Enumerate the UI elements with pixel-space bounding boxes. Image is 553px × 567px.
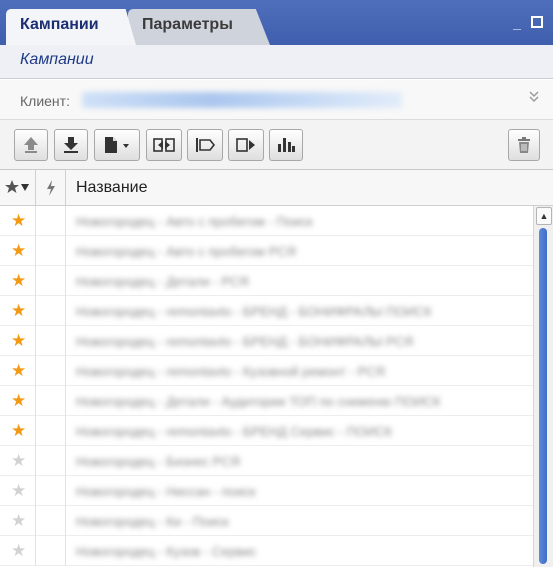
document-menu-icon (105, 137, 129, 153)
campaign-name: Новогородец - remontavto - БРЕНД Сервис … (76, 424, 393, 439)
list-item[interactable]: ★ Новогородец - remontavto - Кузовной рем… (0, 356, 533, 386)
favorite-column-header[interactable] (0, 170, 36, 206)
statistics-button[interactable] (269, 129, 303, 161)
campaign-name: Новогородец - Кузов - Сервис (76, 544, 257, 559)
list-item[interactable]: ★ Новогородец - remontavto - БРЕНД - БОНИ… (0, 326, 533, 356)
campaign-list: ★ Новогородец - Авто с пробегом - Поиск ★… (0, 206, 533, 567)
campaign-name: Новогородец - Детали - РСЯ (76, 274, 249, 289)
tab-parameters[interactable]: Параметры (128, 9, 270, 45)
list-item[interactable]: ★ Новогородец - Детали - Аудитории ТОП по… (0, 386, 533, 416)
move-up-button[interactable] (14, 129, 48, 161)
download-button[interactable] (54, 129, 88, 161)
bar-chart-icon (278, 138, 295, 152)
campaign-name: Новогородец - Ки - Поиск (76, 514, 229, 529)
split-columns-icon (153, 138, 175, 152)
split-columns-button[interactable] (146, 129, 182, 161)
star-icon[interactable]: ★ (11, 242, 26, 259)
list-item[interactable]: ★ Новогородец - Авто с пробегом - Поиск (0, 206, 533, 236)
lightning-icon (47, 180, 55, 196)
star-icon[interactable]: ★ (11, 272, 26, 289)
campaign-name: Новогородец - Детали - Аудитории ТОП по … (76, 394, 441, 409)
tab-parameters-label: Параметры (142, 16, 233, 33)
star-icon[interactable]: ★ (11, 452, 26, 469)
client-label: Клиент: (20, 93, 70, 109)
document-menu-button[interactable] (94, 129, 140, 161)
tab-campaigns[interactable]: Кампании (6, 9, 136, 45)
chevron-down-icon[interactable] (529, 90, 539, 106)
list-item[interactable]: ★ Новогородец - remontavto - БРЕНД - БОНИ… (0, 296, 533, 326)
column-header: Название (0, 170, 553, 206)
scrollbar-thumb[interactable] (539, 228, 547, 564)
align-left-icon (196, 138, 216, 152)
download-icon (64, 137, 78, 153)
toolbar (0, 120, 553, 170)
campaign-name: Новогородец - remontavto - БРЕНД - БОНИФ… (76, 304, 432, 319)
client-selector[interactable]: Клиент: (0, 80, 553, 120)
star-icon[interactable]: ★ (11, 422, 26, 439)
list-item[interactable]: ★ Новогородец - Кузов - Сервис (0, 536, 533, 566)
list-item[interactable]: ★ Новогородец - remontavto - БРЕНД Сервис… (0, 416, 533, 446)
list-item[interactable]: ★ Новогородец - Ки - Поиск (0, 506, 533, 536)
star-icon[interactable]: ★ (11, 212, 26, 229)
star-icon[interactable]: ★ (11, 482, 26, 499)
list-item[interactable]: ★ Новогородец - Детали - РСЯ (0, 266, 533, 296)
campaign-name: Новогородец - Авто с пробегом РСЯ (76, 244, 296, 259)
tab-campaigns-label: Кампании (20, 16, 99, 33)
column-name-header[interactable]: Название (76, 179, 148, 197)
maximize-button[interactable] (530, 16, 544, 30)
star-icon[interactable]: ★ (11, 302, 26, 319)
campaign-name: Новогородец - Авто с пробегом - Поиск (76, 214, 313, 229)
forward-button[interactable] (228, 129, 264, 161)
star-icon[interactable]: ★ (11, 512, 26, 529)
star-icon[interactable]: ★ (11, 392, 26, 409)
star-icon[interactable]: ★ (11, 332, 26, 349)
campaign-name: Новогородец - remontavto - Кузовной ремо… (76, 364, 385, 379)
campaign-name: Новогородец - Ниссан - поиск (76, 484, 256, 499)
star-sort-icon (5, 180, 29, 193)
scroll-up-button[interactable]: ▲ (536, 207, 552, 225)
trash-icon (518, 137, 530, 153)
vertical-scrollbar[interactable]: ▲ (533, 206, 553, 567)
minimize-button[interactable]: _ (510, 16, 524, 30)
campaign-name: Новогородец - remontavto - БРЕНД - БОНИФ… (76, 334, 414, 349)
status-column-header[interactable] (36, 170, 66, 206)
campaign-name: Новогородец - Бизнес РСЯ (76, 454, 240, 469)
delete-button[interactable] (508, 129, 540, 161)
list-item[interactable]: ★ Новогородец - Ниссан - поиск (0, 476, 533, 506)
list-item[interactable]: ★ Новогородец - Авто с пробегом РСЯ (0, 236, 533, 266)
align-left-button[interactable] (187, 129, 223, 161)
panel-title: Кампании (0, 45, 553, 79)
maximize-icon (531, 16, 543, 28)
move-up-icon (24, 137, 38, 153)
panel-header: Параметры Кампании _ (0, 0, 553, 45)
list-item[interactable]: ★ Новогородец - Бизнес РСЯ (0, 446, 533, 476)
star-icon[interactable]: ★ (11, 362, 26, 379)
star-icon[interactable]: ★ (11, 542, 26, 559)
client-value (82, 92, 402, 108)
forward-icon (236, 138, 255, 152)
